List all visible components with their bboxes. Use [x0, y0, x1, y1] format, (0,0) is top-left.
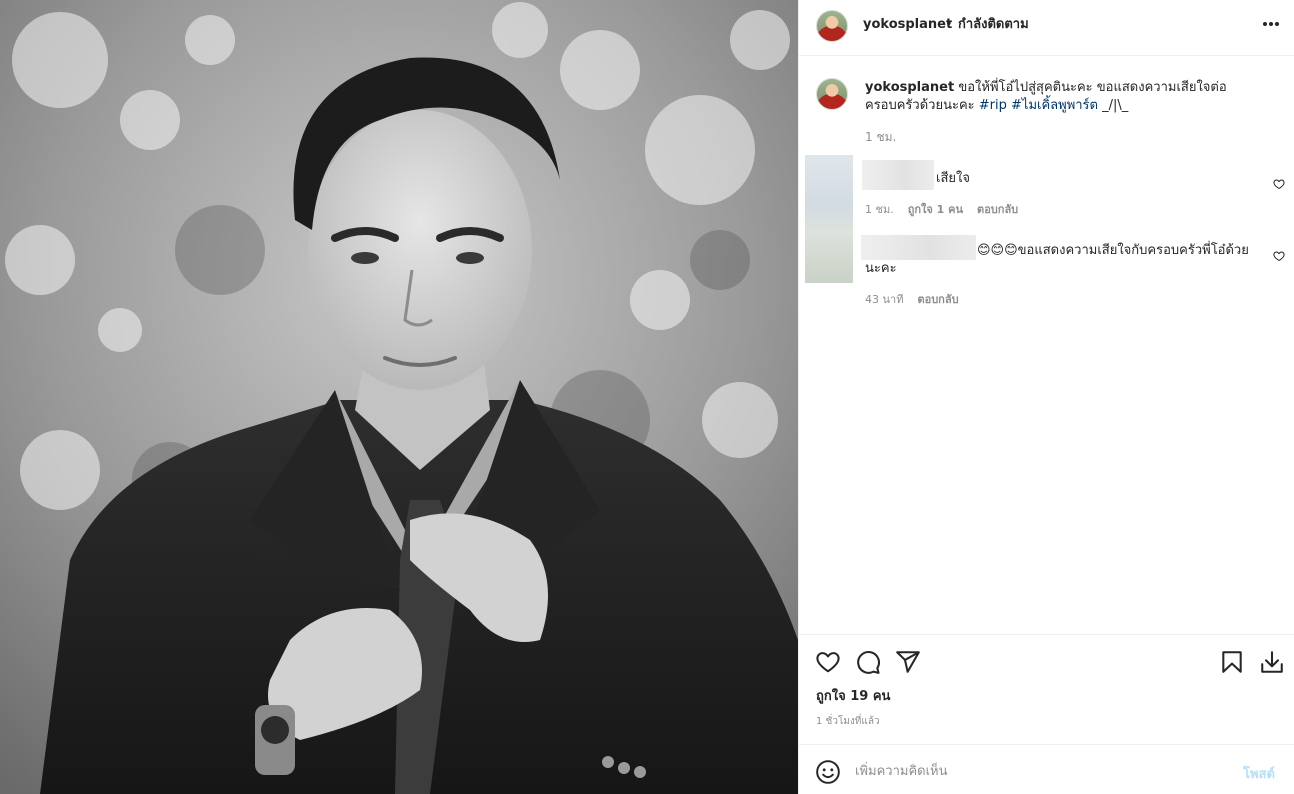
emoji-icon[interactable] — [815, 759, 841, 785]
comment-text: เสียใจ — [936, 171, 970, 186]
comment-icon[interactable] — [855, 649, 881, 675]
reply-button[interactable]: ตอบกลับ — [977, 203, 1018, 216]
caption-suffix: _/|\_ — [1102, 98, 1129, 113]
comment-like-heart-icon[interactable] — [1273, 178, 1285, 190]
post-comment-button[interactable]: โพสต์ — [1243, 763, 1275, 784]
posted-time[interactable]: 1 ชั่วโมงที่แล้ว — [816, 716, 880, 728]
commenter-name-blurred[interactable] — [862, 160, 934, 190]
likes-count[interactable]: ถูกใจ 19 คน — [816, 688, 890, 706]
post-actions: ถูกใจ 19 คน 1 ชั่วโมงที่แล้ว — [799, 634, 1294, 744]
avatar[interactable] — [816, 10, 848, 42]
comment-text: 😊😊😊ขอแสดงความเสียใจกับครอบครัวพี่โอ๋ด้วย… — [865, 243, 1249, 276]
caption-timestamp[interactable]: 1 ชม. — [865, 130, 896, 144]
header-separator: • — [945, 17, 953, 32]
download-icon[interactable] — [1259, 649, 1285, 675]
comment-likes[interactable]: ถูกใจ 1 คน — [908, 203, 963, 216]
comment-time[interactable]: 43 นาที — [865, 293, 903, 306]
hashtag-link[interactable]: #rip — [979, 98, 1007, 113]
more-options-icon[interactable] — [1259, 14, 1283, 34]
bookmark-icon[interactable] — [1219, 649, 1245, 675]
share-icon[interactable] — [895, 649, 921, 675]
post-details-panel: yokosplanet • กำลังติดตาม yokosplanet ขอ… — [798, 0, 1294, 794]
post-photo-image — [0, 0, 798, 794]
reply-button[interactable]: ตอบกลับ — [917, 293, 958, 306]
post-photo[interactable] — [0, 0, 798, 794]
caption-avatar[interactable] — [816, 78, 848, 110]
caption-username[interactable]: yokosplanet — [865, 80, 954, 95]
author-username[interactable]: yokosplanet — [863, 16, 952, 34]
following-button[interactable]: กำลังติดตาม — [958, 16, 1029, 34]
add-comment-bar: โพสต์ — [799, 744, 1294, 794]
comment-meta: 1 ชม. ถูกใจ 1 คน ตอบกลับ — [865, 203, 1018, 217]
comment-like-heart-icon[interactable] — [1273, 250, 1285, 262]
comment-input[interactable] — [855, 760, 1215, 782]
post-caption: yokosplanet ขอให้พี่โอ๋ไปสู่สุคตินะคะ ขอ… — [865, 79, 1279, 115]
commenter-avatar-blurred[interactable] — [805, 155, 853, 283]
comment-meta: 43 นาที ตอบกลับ — [865, 293, 959, 307]
post-header: yokosplanet • กำลังติดตาม — [799, 0, 1294, 56]
hashtag-link[interactable]: #ไมเคิ้ลพูพาร์ต — [1011, 98, 1098, 113]
heart-icon[interactable] — [815, 649, 841, 675]
comment-time[interactable]: 1 ชม. — [865, 203, 894, 216]
